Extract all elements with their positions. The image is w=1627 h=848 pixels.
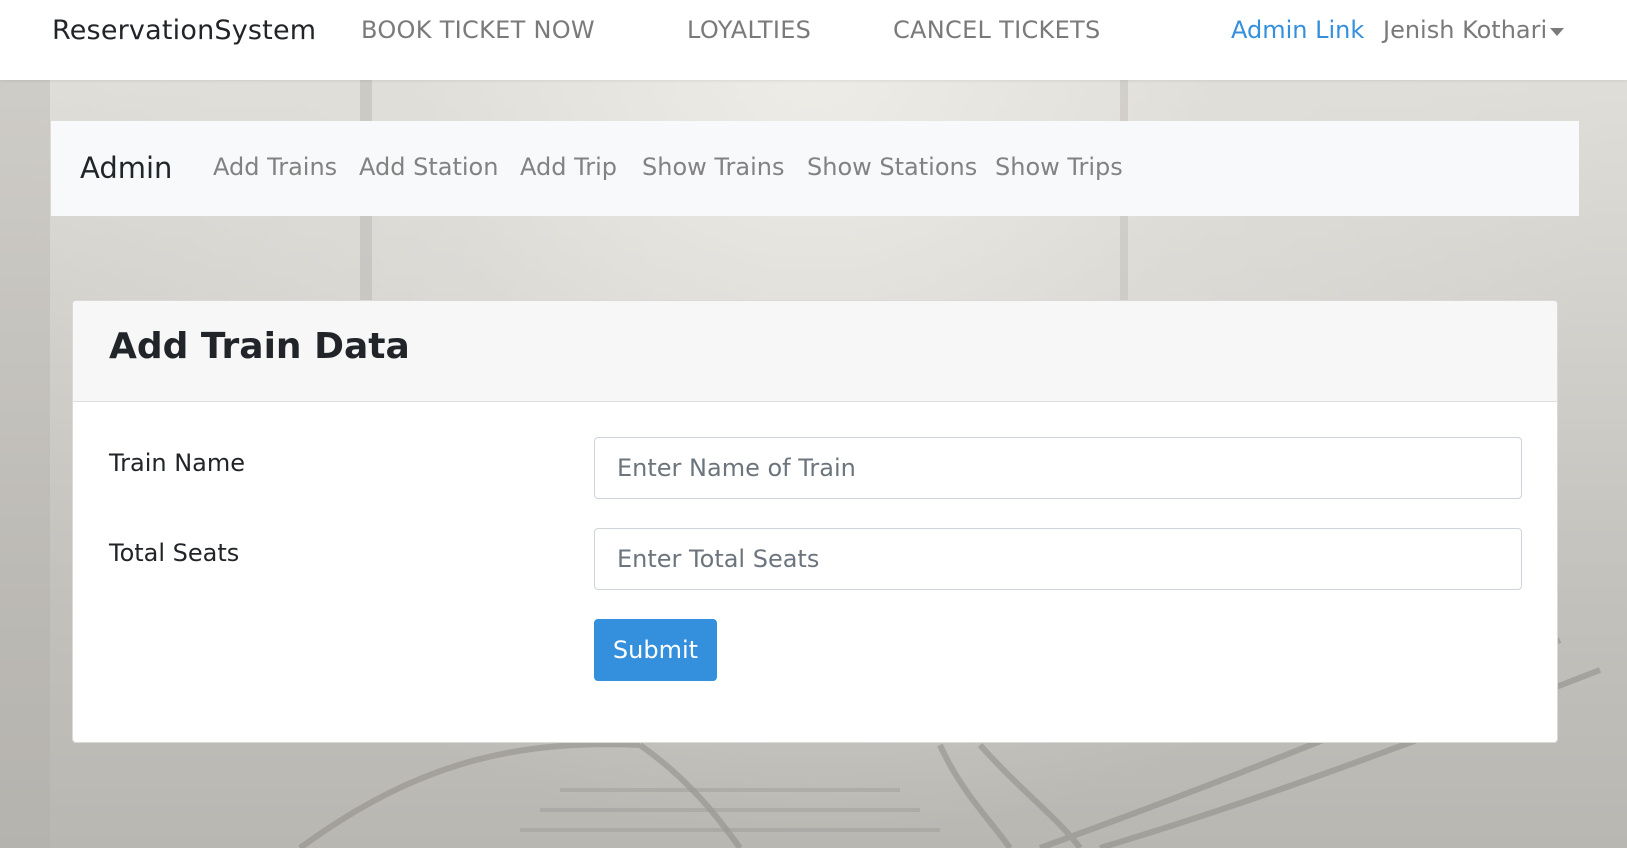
submit-button[interactable]: Submit <box>594 619 717 681</box>
brand-logo-text[interactable]: ReservationSystem <box>52 15 316 46</box>
nav-cancel-tickets[interactable]: CANCEL TICKETS <box>893 16 1101 44</box>
train-name-input[interactable] <box>594 437 1522 499</box>
total-seats-label: Total Seats <box>109 539 240 567</box>
admin-nav-title[interactable]: Admin <box>80 151 172 185</box>
admin-nav-add-trip[interactable]: Add Trip <box>520 153 617 181</box>
admin-nav-show-trips[interactable]: Show Trips <box>995 153 1123 181</box>
admin-nav-add-trains[interactable]: Add Trains <box>213 153 337 181</box>
total-seats-input[interactable] <box>594 528 1522 590</box>
admin-nav-show-stations[interactable]: Show Stations <box>807 153 977 181</box>
nav-book-ticket-now[interactable]: BOOK TICKET NOW <box>361 16 595 44</box>
admin-navbar: Admin Add Trains Add Station Add Trip Sh… <box>51 121 1579 216</box>
nav-loyalties[interactable]: LOYALTIES <box>687 16 811 44</box>
card-title: Add Train Data <box>109 326 410 367</box>
user-dropdown-toggle[interactable]: Jenish Kothari <box>1383 16 1547 44</box>
add-train-card: Add Train Data Train Name Total Seats Su… <box>72 300 1558 743</box>
card-header: Add Train Data <box>73 301 1557 402</box>
top-navbar: ReservationSystem BOOK TICKET NOW LOYALT… <box>0 0 1627 80</box>
nav-admin-link[interactable]: Admin Link <box>1231 16 1364 44</box>
train-name-label: Train Name <box>109 449 246 477</box>
chevron-down-icon[interactable] <box>1550 28 1564 36</box>
admin-nav-add-station[interactable]: Add Station <box>359 153 498 181</box>
admin-nav-show-trains[interactable]: Show Trains <box>642 153 784 181</box>
